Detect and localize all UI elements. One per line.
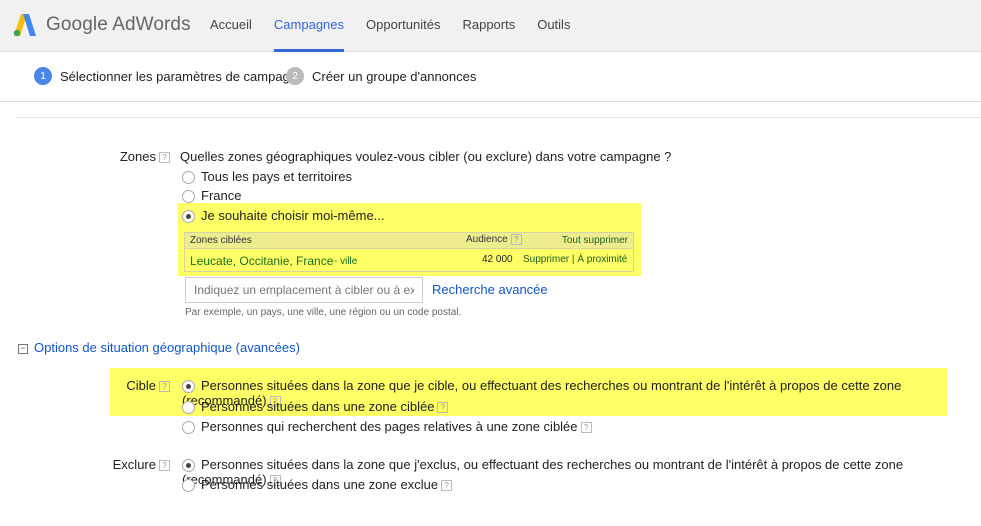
zone-option-all[interactable]: Tous les pays et territoires — [182, 169, 353, 185]
header-zones: Zones ciblées — [190, 235, 252, 246]
zone-option-all-label: Tous les pays et territoires — [201, 169, 353, 184]
header-audience-group: Audience? — [466, 234, 522, 245]
cible-label: Cible — [126, 378, 156, 393]
zone-type: - ville — [334, 256, 358, 267]
step-2[interactable]: 2 Créer un groupe d'annonces — [286, 67, 476, 85]
zones-question: Quelles zones géographiques voulez-vous … — [180, 149, 672, 164]
exclure-label-row: Exclure? — [100, 457, 170, 472]
remove-all-link[interactable]: Tout supprimer — [562, 235, 628, 246]
location-hint: Par exemple, un pays, une ville, une rég… — [185, 307, 462, 318]
top-bar: Google AdWords Accueil Campagnes Opportu… — [0, 0, 981, 52]
cible-option-2[interactable]: Personnes situées dans une zone ciblée? — [182, 399, 449, 415]
zones-label: Zones — [119, 149, 156, 164]
zone-audience: 42 000 — [482, 254, 513, 265]
zone-option-custom-label: Je souhaite choisir moi-même... — [201, 208, 385, 223]
advanced-options-title: Options de situation géographique (avanc… — [34, 340, 300, 355]
adwords-logo-icon — [13, 14, 36, 37]
cible-label-row: Cible? — [100, 378, 170, 393]
radio-cible-2[interactable] — [182, 401, 195, 415]
advanced-search-link[interactable]: Recherche avancée — [432, 282, 548, 297]
audience-help-icon[interactable]: ? — [510, 234, 522, 245]
targeted-zones-table: Zones ciblées Audience? Tout supprimer L… — [184, 232, 634, 272]
cible-help-icon[interactable]: ? — [159, 381, 170, 393]
radio-exclure-2[interactable] — [182, 479, 195, 493]
cible-option-2-help-icon[interactable]: ? — [437, 402, 449, 414]
exclure-option-2-help-icon[interactable]: ? — [441, 480, 453, 492]
header-audience: Audience — [466, 234, 508, 246]
zone-option-france-label: France — [201, 188, 242, 203]
action-separator: | — [571, 254, 575, 265]
location-search-input[interactable] — [185, 277, 423, 303]
step-1-label: Sélectionner les paramètres de campagne — [60, 68, 305, 84]
nearby-link[interactable]: À proximité — [577, 254, 627, 265]
section-divider — [16, 117, 981, 118]
step-2-label: Créer un groupe d'annonces — [312, 68, 477, 84]
logo-text: Google AdWords — [46, 14, 191, 35]
radio-all-countries[interactable] — [182, 171, 195, 185]
nav-accueil[interactable]: Accueil — [210, 0, 252, 52]
adwords-logo[interactable]: Google AdWords — [12, 11, 191, 39]
radio-custom[interactable] — [182, 210, 195, 224]
row-actions: Supprimer | À proximité — [523, 254, 627, 265]
zones-help-icon[interactable]: ? — [159, 152, 170, 164]
cible-option-2-label: Personnes situées dans une zone ciblée — [201, 399, 435, 414]
zone-option-france[interactable]: France — [182, 188, 242, 204]
exclure-help-icon[interactable]: ? — [159, 460, 170, 472]
step-2-number: 2 — [286, 67, 304, 85]
table-row: Leucate, Occitanie, France - ville 42 00… — [185, 249, 633, 271]
cible-option-3-help-icon[interactable]: ? — [580, 422, 592, 434]
radio-cible-1[interactable] — [182, 380, 195, 394]
advanced-options-toggle[interactable]: − Options de situation géographique (avan… — [18, 340, 300, 355]
exclure-option-2-label: Personnes situées dans une zone exclue — [201, 477, 439, 492]
nav-rapports[interactable]: Rapports — [462, 0, 515, 52]
cible-option-3-label: Personnes qui recherchent des pages rela… — [201, 419, 578, 434]
zone-option-custom[interactable]: Je souhaite choisir moi-même... — [182, 208, 385, 224]
nav-outils[interactable]: Outils — [537, 0, 570, 52]
nav-campagnes[interactable]: Campagnes — [273, 0, 345, 52]
remove-link[interactable]: Supprimer — [523, 254, 569, 265]
main-nav: Accueil Campagnes Opportunités Rapports … — [210, 0, 592, 52]
step-1-number: 1 — [34, 67, 52, 85]
cible-option-3[interactable]: Personnes qui recherchent des pages rela… — [182, 419, 592, 435]
collapse-icon: − — [18, 343, 28, 354]
campaign-steps: 1 Sélectionner les paramètres de campagn… — [0, 52, 981, 102]
nav-opportunites[interactable]: Opportunités — [366, 0, 440, 52]
step-1[interactable]: 1 Sélectionner les paramètres de campagn… — [34, 67, 304, 85]
table-header: Zones ciblées Audience? Tout supprimer — [185, 233, 633, 249]
radio-cible-3[interactable] — [182, 421, 195, 435]
radio-exclure-1[interactable] — [182, 459, 195, 473]
zone-name: Leucate, Occitanie, France — [190, 254, 334, 268]
exclure-option-2[interactable]: Personnes situées dans une zone exclue? — [182, 477, 453, 493]
zones-label-row: Zones? — [100, 149, 170, 164]
exclure-label: Exclure — [112, 457, 156, 472]
radio-france[interactable] — [182, 190, 195, 204]
